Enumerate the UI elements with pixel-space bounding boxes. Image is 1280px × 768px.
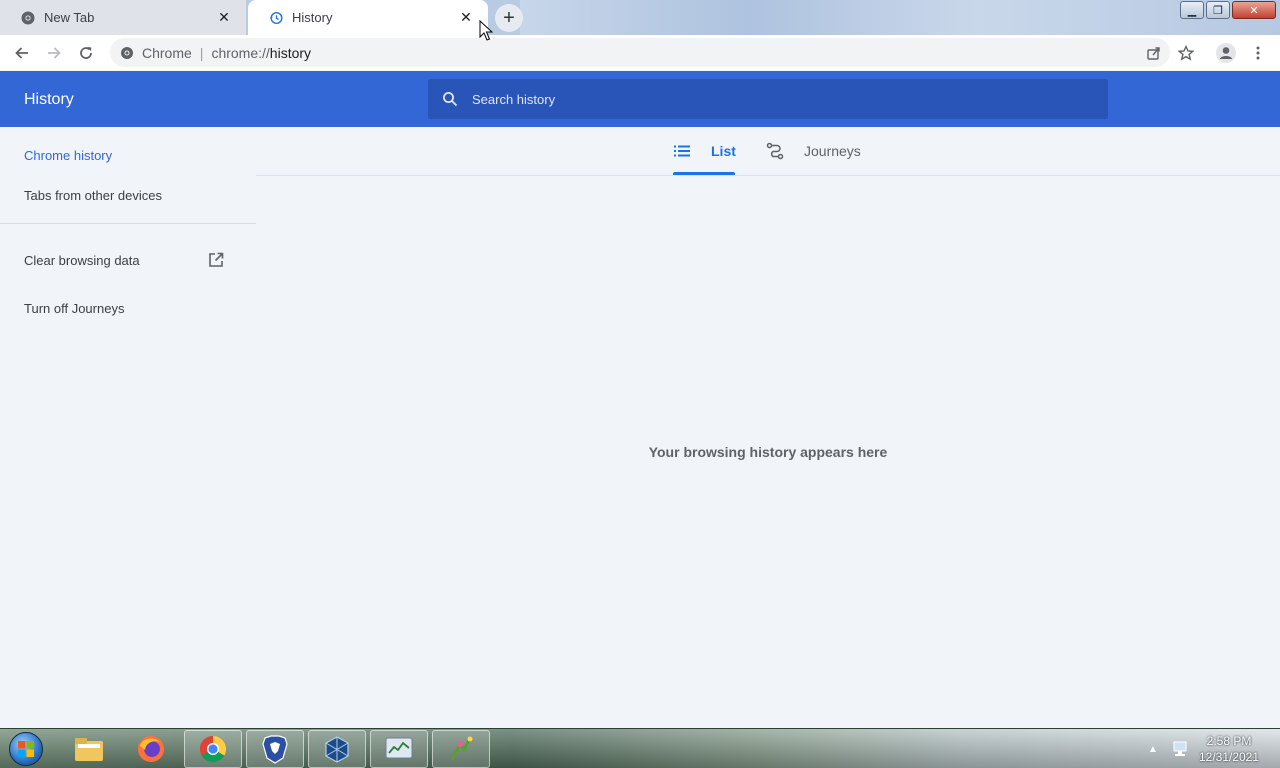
sidebar: Chrome history Tabs from other devices C… bbox=[0, 127, 256, 728]
firefox-icon bbox=[138, 736, 164, 762]
bookmark-button[interactable] bbox=[1170, 37, 1202, 69]
windows-logo-icon bbox=[9, 732, 43, 766]
share-button[interactable] bbox=[1138, 37, 1170, 69]
clock-date: 12/31/2021 bbox=[1198, 750, 1260, 764]
tab-list[interactable]: List bbox=[673, 127, 736, 175]
taskbar-firefox[interactable] bbox=[122, 730, 180, 768]
journeys-icon bbox=[766, 142, 784, 160]
toolbar-right bbox=[1138, 35, 1274, 70]
tab-strip: New Tab ✕ History ✕ + ▁ ❐ ✕ bbox=[0, 0, 1280, 35]
new-tab-button[interactable]: + bbox=[495, 4, 523, 32]
brave-icon bbox=[262, 735, 288, 764]
network-icon[interactable] bbox=[1172, 740, 1192, 758]
empty-state-message: Your browsing history appears here bbox=[648, 444, 888, 460]
back-button[interactable] bbox=[6, 37, 38, 69]
tab-title: History bbox=[292, 10, 333, 25]
list-icon bbox=[673, 142, 691, 160]
close-window-button[interactable]: ✕ bbox=[1232, 1, 1276, 19]
star-icon bbox=[1178, 44, 1194, 61]
tab-title: New Tab bbox=[44, 10, 95, 25]
history-header: History bbox=[0, 71, 1280, 127]
taskbar-chrome[interactable] bbox=[184, 730, 242, 768]
omnibox-separator: | bbox=[199, 44, 204, 61]
kebab-menu-icon bbox=[1256, 46, 1260, 59]
share-icon bbox=[1147, 46, 1160, 60]
tab-history[interactable]: History ✕ bbox=[248, 0, 488, 35]
search-box[interactable] bbox=[428, 79, 1108, 119]
windows-taskbar: ▲ 2:58 PM 12/31/2021 bbox=[0, 728, 1280, 768]
plus-icon: + bbox=[503, 6, 515, 29]
sidebar-divider bbox=[0, 223, 256, 224]
history-favicon-icon bbox=[268, 10, 284, 26]
page-title: History bbox=[24, 91, 74, 108]
app-icon bbox=[450, 736, 473, 761]
restore-button[interactable]: ❐ bbox=[1206, 1, 1230, 19]
profile-avatar-icon bbox=[1216, 42, 1236, 63]
search-icon bbox=[443, 92, 458, 107]
search-input[interactable] bbox=[472, 91, 1052, 107]
open-in-new-icon bbox=[209, 252, 224, 267]
site-label: Chrome bbox=[142, 44, 192, 61]
url-prefix: chrome:// bbox=[211, 44, 270, 61]
sidebar-item-chrome-history[interactable]: Chrome history bbox=[24, 148, 112, 163]
system-tray: ▲ bbox=[1148, 729, 1192, 768]
chrome-favicon-icon bbox=[20, 10, 36, 26]
taskbar-clock[interactable]: 2:58 PM 12/31/2021 bbox=[1196, 733, 1262, 765]
minimize-button[interactable]: ▁ bbox=[1180, 1, 1204, 19]
tab-label: Journeys bbox=[804, 143, 861, 159]
menu-button[interactable] bbox=[1242, 37, 1274, 69]
window-controls: ▁ ❐ ✕ bbox=[1178, 1, 1276, 19]
url-path: history bbox=[269, 44, 312, 61]
chrome-icon bbox=[199, 735, 227, 763]
forward-button[interactable] bbox=[38, 37, 70, 69]
taskbar-app[interactable] bbox=[432, 730, 490, 768]
tab-new-tab[interactable]: New Tab ✕ bbox=[0, 0, 246, 35]
tab-journeys[interactable]: Journeys bbox=[766, 127, 861, 175]
sidebar-item-clear-browsing-data[interactable]: Clear browsing data bbox=[24, 253, 140, 268]
taskbar-file-explorer[interactable] bbox=[60, 730, 118, 768]
tab-label: List bbox=[711, 143, 736, 159]
active-tab-indicator bbox=[673, 172, 735, 175]
desktop-background-blur bbox=[520, 0, 1280, 35]
tray-expand-icon[interactable]: ▲ bbox=[1148, 744, 1158, 755]
file-explorer-icon bbox=[75, 738, 103, 761]
arrow-right-icon bbox=[48, 46, 61, 59]
sidebar-item-turn-off-journeys[interactable]: Turn off Journeys bbox=[24, 301, 124, 316]
mouse-cursor-icon bbox=[479, 20, 493, 41]
taskbar-virtualbox[interactable] bbox=[308, 730, 366, 768]
arrow-left-icon bbox=[15, 46, 28, 59]
chrome-logo-icon bbox=[121, 46, 133, 59]
profile-button[interactable] bbox=[1210, 37, 1242, 69]
history-view-tabs: List Journeys bbox=[256, 127, 1280, 176]
taskbar-brave[interactable] bbox=[246, 730, 304, 768]
reload-icon bbox=[80, 46, 92, 59]
sidebar-item-tabs-other-devices[interactable]: Tabs from other devices bbox=[24, 188, 162, 203]
tab-close-icon[interactable]: ✕ bbox=[216, 9, 232, 26]
browser-toolbar: Chrome | chrome://history bbox=[0, 35, 1280, 70]
start-button[interactable] bbox=[6, 731, 46, 767]
clock-time: 2:58 PM bbox=[1206, 734, 1252, 748]
omnibox[interactable]: Chrome | chrome://history bbox=[110, 38, 1170, 67]
tab-close-icon[interactable]: ✕ bbox=[458, 9, 474, 26]
virtualbox-icon bbox=[325, 736, 349, 763]
task-manager-icon bbox=[385, 737, 413, 759]
taskbar-task-manager[interactable] bbox=[370, 730, 428, 768]
reload-button[interactable] bbox=[70, 37, 102, 69]
